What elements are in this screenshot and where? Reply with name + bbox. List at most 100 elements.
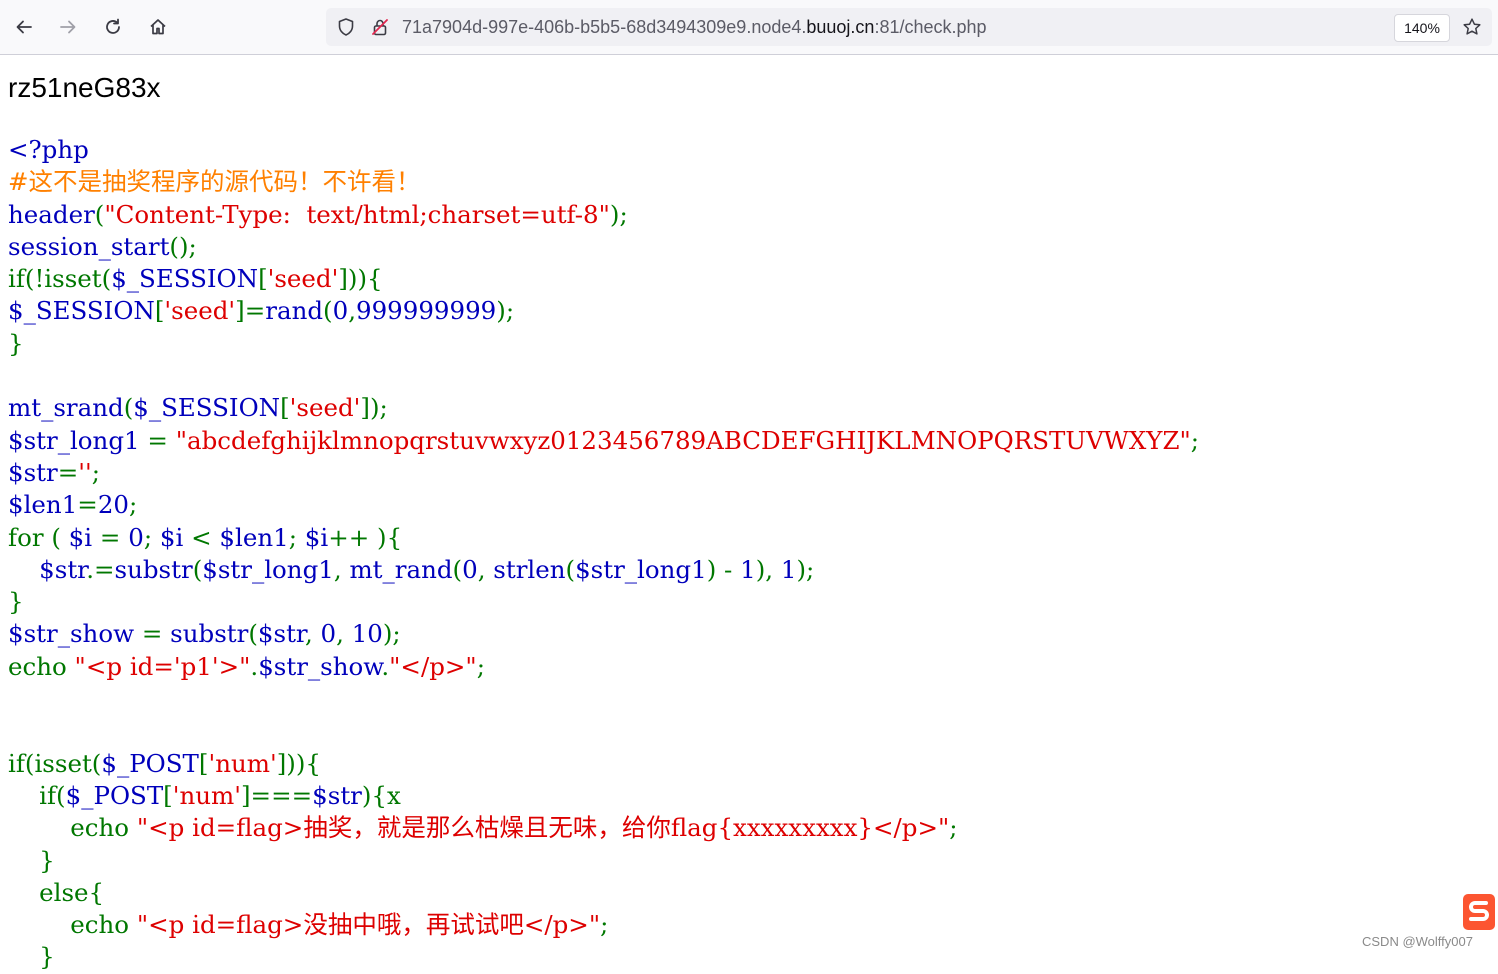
code-token: "abcdefghijklmnopqrstuvwxyz0123456789ABC… xyxy=(175,425,1191,455)
code-token: $_SESSION xyxy=(8,296,155,326)
code-token: ( xyxy=(94,199,105,229)
code-token: 'seed' xyxy=(289,393,361,423)
code-token: = xyxy=(147,425,176,455)
code-token: .= xyxy=(86,554,115,584)
code-line: session_start(); xyxy=(8,231,1199,263)
code-token: ; xyxy=(143,522,160,552)
code-token: $_SESSION xyxy=(133,393,281,423)
code-token: = xyxy=(77,490,98,520)
home-button[interactable] xyxy=(142,11,174,43)
code-line: } xyxy=(8,941,1199,973)
code-token: $str_long1 xyxy=(202,554,334,584)
code-line: if($_POST['num']===$str){x xyxy=(8,780,1199,812)
code-line: } xyxy=(8,586,1199,618)
code-token: } xyxy=(8,845,55,875)
code-line: #这不是抽奖程序的源代码！不许看！ xyxy=(8,166,1199,198)
code-line: echo "<p id=flag>没抽中哦，再试试吧</p>"; xyxy=(8,909,1199,941)
code-token: $str_long1 xyxy=(8,425,148,455)
code-token: ++ ){ xyxy=(328,522,403,552)
code-line: if(!isset($_SESSION['seed'])){ xyxy=(8,263,1199,295)
code-token: $_POST xyxy=(101,748,199,778)
code-token: = xyxy=(99,522,129,552)
code-token: $str_show xyxy=(258,651,382,681)
url-suffix: :81/check.php xyxy=(874,17,987,37)
code-token: ( xyxy=(452,554,463,584)
code-token: $_SESSION xyxy=(111,264,259,294)
code-token: ( xyxy=(323,296,333,326)
code-token: if(isset( xyxy=(8,748,102,778)
code-token: ; xyxy=(949,813,958,843)
code-token: ( xyxy=(192,554,203,584)
code-token: $i xyxy=(304,522,329,552)
code-token: [ xyxy=(258,264,268,294)
url-bar[interactable]: 71a7904d-997e-406b-b5b5-68d3494309e9.nod… xyxy=(326,8,1492,46)
code-token: . xyxy=(381,651,390,681)
url-prefix: 71a7904d-997e-406b-b5b5-68d3494309e9.nod… xyxy=(402,17,807,37)
insecure-lock-icon[interactable] xyxy=(370,17,390,37)
url-text[interactable]: 71a7904d-997e-406b-b5b5-68d3494309e9.nod… xyxy=(402,17,987,38)
code-line: } xyxy=(8,845,1199,877)
code-token: ]); xyxy=(360,393,388,423)
code-token: ); xyxy=(382,619,401,649)
code-token: if(!isset( xyxy=(8,264,112,294)
code-line: header("Content-Type: text/html;charset=… xyxy=(8,199,1199,231)
code-token: [ xyxy=(163,780,173,810)
code-line: <?php xyxy=(8,134,1199,166)
code-token: ), xyxy=(755,554,781,584)
code-token: ])){ xyxy=(338,264,383,294)
arrow-left-icon xyxy=(16,20,32,34)
code-token: mt_rand xyxy=(349,554,453,584)
code-token: "</p>" xyxy=(389,651,477,681)
reload-icon xyxy=(106,18,120,34)
code-token: ; xyxy=(600,910,609,940)
code-token: echo xyxy=(8,813,137,843)
code-token: else{ xyxy=(8,877,105,907)
arrow-right-icon xyxy=(60,20,76,34)
code-token: strlen xyxy=(493,554,566,584)
code-line: $len1=20; xyxy=(8,489,1199,521)
code-token: ; xyxy=(91,457,100,487)
code-token: ])){ xyxy=(276,748,321,778)
code-token: echo xyxy=(8,651,75,681)
code-token: 999999999 xyxy=(355,296,497,326)
code-line: for ( $i = 0; $i < $len1; $i++ ){ xyxy=(8,522,1199,554)
code-token: "<p id='p1'>" xyxy=(74,651,251,681)
code-token: if( xyxy=(8,780,66,810)
reload-button[interactable] xyxy=(97,11,129,43)
code-token: $str_long1 xyxy=(575,554,707,584)
code-line: $_SESSION['seed']=rand(0,999999999); xyxy=(8,295,1199,327)
forward-button[interactable] xyxy=(52,11,84,43)
code-token: ; xyxy=(476,651,485,681)
code-token: ( xyxy=(248,619,258,649)
code-token: $len1 xyxy=(219,522,289,552)
code-token: 20 xyxy=(97,490,130,520)
code-token: session_start xyxy=(8,231,170,261)
code-token: } xyxy=(8,328,24,358)
url-domain: buuoj.cn xyxy=(806,17,875,37)
code-token: ( xyxy=(565,554,576,584)
code-line: } xyxy=(8,328,1199,360)
code-token: < xyxy=(191,522,220,552)
code-token: , xyxy=(304,619,321,649)
code-token: 0 xyxy=(320,619,337,649)
tracking-shield-icon[interactable] xyxy=(336,17,356,37)
code-token: $str xyxy=(257,619,305,649)
code-token: = xyxy=(57,457,79,487)
code-token: ]= xyxy=(235,296,266,326)
code-line: $str_show = substr($str, 0, 10); xyxy=(8,618,1199,650)
code-token: 'num' xyxy=(172,780,241,810)
code-token: } xyxy=(8,587,24,617)
star-icon[interactable] xyxy=(1462,17,1482,37)
back-button[interactable] xyxy=(8,11,40,43)
zoom-indicator[interactable]: 140% xyxy=(1394,14,1450,42)
code-token: , xyxy=(333,554,350,584)
home-icon xyxy=(150,19,166,35)
code-token: ); xyxy=(796,554,815,584)
code-token: "<p id=flag>没抽中哦，再试试吧</p>" xyxy=(136,910,601,940)
code-line: if(isset($_POST['num'])){ xyxy=(8,748,1199,780)
code-token: ) - xyxy=(706,554,741,584)
code-token: $i xyxy=(68,522,100,552)
code-token: 0 xyxy=(128,522,144,552)
code-token: rand xyxy=(265,296,324,326)
